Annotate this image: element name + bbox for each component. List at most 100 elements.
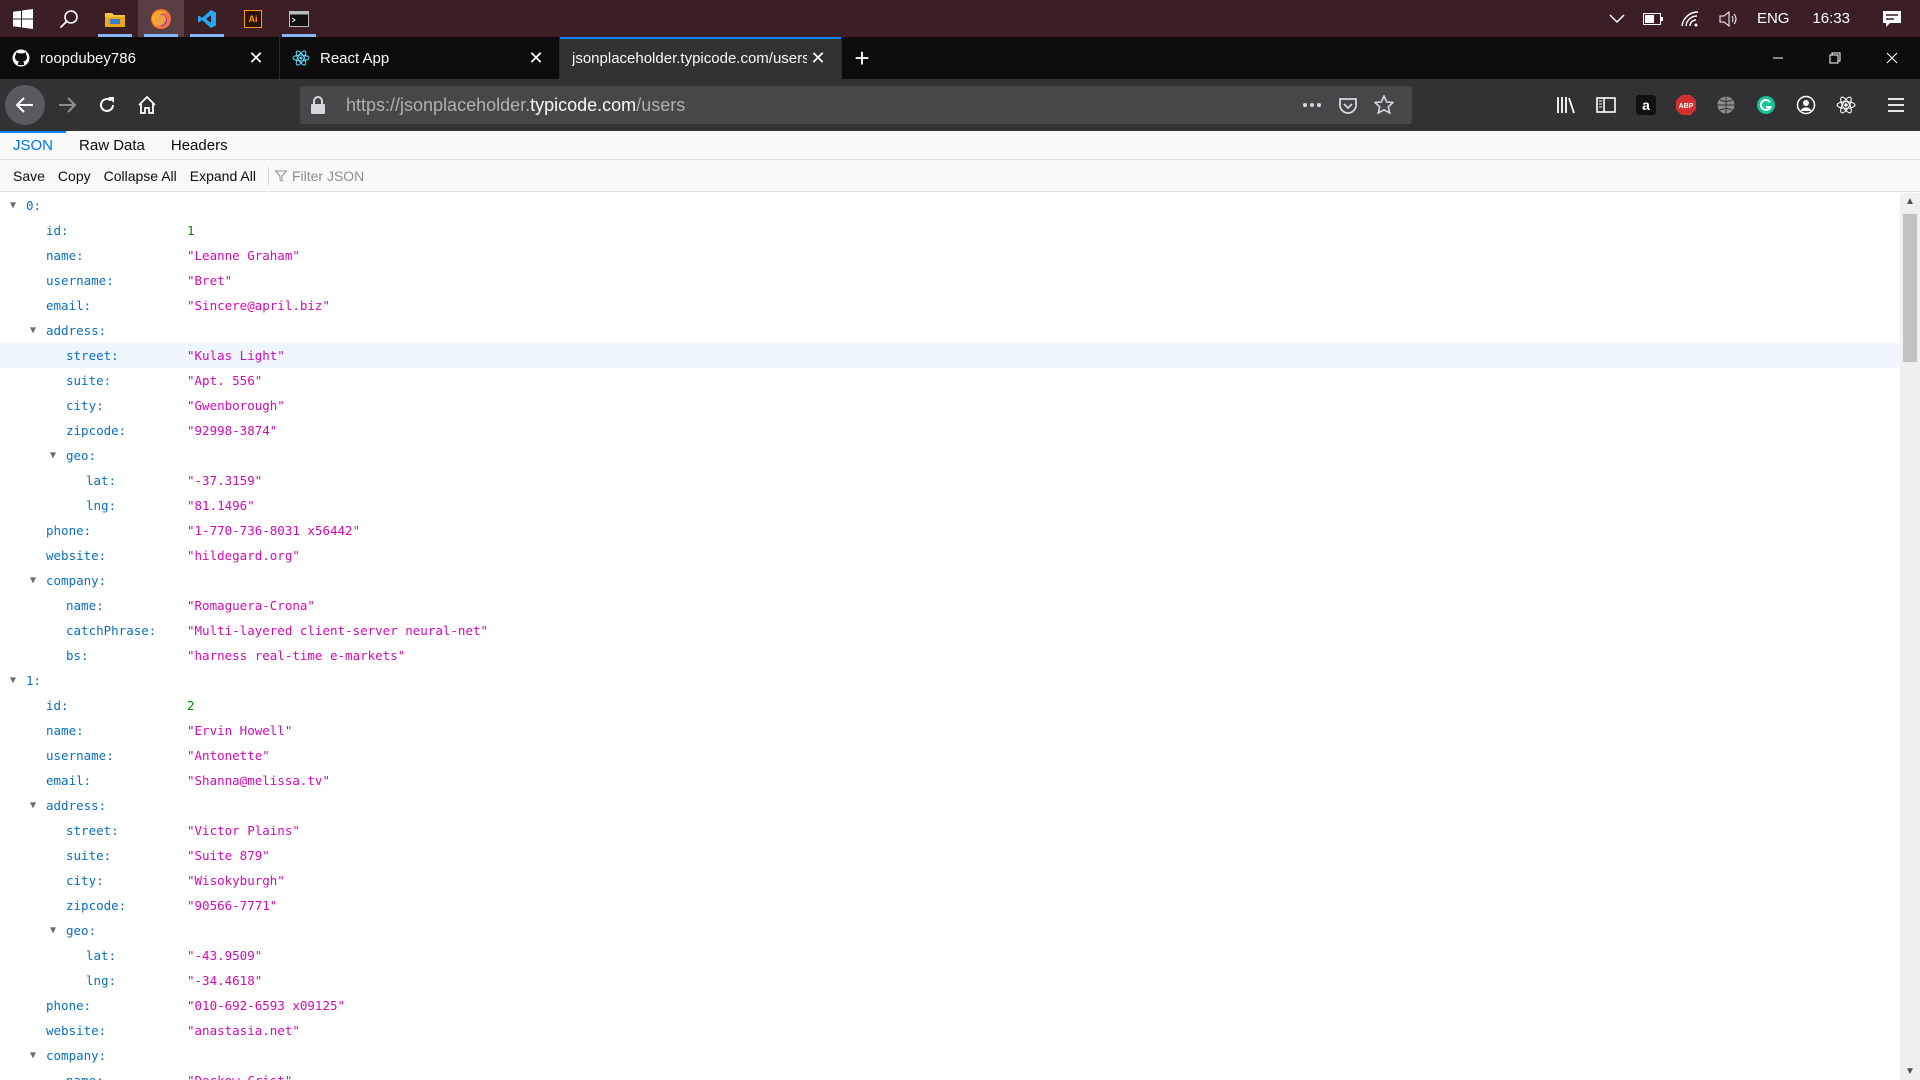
json-tree-row[interactable]: phone: "1-770-736-8031 x56442" bbox=[0, 518, 1900, 543]
action-center-button[interactable] bbox=[1864, 0, 1920, 37]
json-tree-row[interactable]: username: "Antonette" bbox=[0, 743, 1900, 768]
json-tree-row[interactable]: street: "Kulas Light" bbox=[0, 343, 1900, 368]
json-tree-row[interactable]: zipcode: "90566-7771" bbox=[0, 893, 1900, 918]
firefox-button[interactable] bbox=[138, 0, 184, 37]
json-tree-row[interactable]: phone: "010-692-6593 x09125" bbox=[0, 993, 1900, 1018]
grammarly-button[interactable] bbox=[1746, 85, 1786, 125]
account-button[interactable] bbox=[1786, 85, 1826, 125]
sidebar-button[interactable] bbox=[1586, 85, 1626, 125]
json-tree-row[interactable]: name: "Ervin Howell" bbox=[0, 718, 1900, 743]
start-button[interactable] bbox=[0, 0, 46, 37]
url-text[interactable]: https://jsonplaceholder.typicode.com/use… bbox=[346, 95, 1294, 116]
pocket-button[interactable] bbox=[1330, 97, 1366, 114]
json-tree-node[interactable]: ▼ 1: bbox=[0, 668, 1900, 693]
expand-toggle-icon[interactable]: ▼ bbox=[28, 800, 38, 811]
json-tree-row[interactable]: lng: "-34.4618" bbox=[0, 968, 1900, 993]
bookmark-star-button[interactable] bbox=[1366, 95, 1402, 115]
show-hidden-icons-button[interactable] bbox=[1600, 0, 1634, 37]
collapse-all-button[interactable]: Collapse All bbox=[98, 168, 183, 184]
react-devtools-button[interactable] bbox=[1826, 85, 1866, 125]
expand-toggle-icon[interactable]: ▼ bbox=[48, 450, 58, 461]
tab-headers[interactable]: Headers bbox=[158, 131, 241, 159]
page-actions-button[interactable] bbox=[1294, 102, 1330, 108]
expand-toggle-icon[interactable]: ▼ bbox=[8, 675, 18, 686]
battery-button[interactable] bbox=[1634, 0, 1672, 37]
wifi-button[interactable] bbox=[1672, 0, 1710, 37]
close-tab-button[interactable]: ✕ bbox=[525, 47, 547, 69]
vertical-scrollbar[interactable]: ▲ ▼ bbox=[1900, 193, 1920, 1080]
filter-json-input[interactable]: Filter JSON bbox=[274, 168, 364, 184]
terminal-button[interactable] bbox=[276, 0, 322, 37]
scroll-down-arrow-icon[interactable]: ▼ bbox=[1900, 1063, 1920, 1080]
illustrator-button[interactable]: Ai bbox=[230, 0, 276, 37]
json-tree-row[interactable]: lng: "81.1496" bbox=[0, 493, 1900, 518]
tab-react-app[interactable]: React App ✕ bbox=[280, 37, 560, 79]
adblock-plus-button[interactable]: ABP bbox=[1666, 85, 1706, 125]
json-tree-row[interactable]: city: "Wisokyburgh" bbox=[0, 868, 1900, 893]
json-tree-row[interactable]: id: 2 bbox=[0, 693, 1900, 718]
tab-github[interactable]: roopdubey786 ✕ bbox=[0, 37, 280, 79]
json-tree-row[interactable]: website: "hildegard.org" bbox=[0, 543, 1900, 568]
expand-toggle-icon[interactable]: ▼ bbox=[8, 200, 18, 211]
close-window-button[interactable] bbox=[1863, 37, 1920, 79]
json-tree-row[interactable]: name: "Deckow-Crist" bbox=[0, 1068, 1900, 1080]
json-tree-row[interactable]: suite: "Apt. 556" bbox=[0, 368, 1900, 393]
menu-button[interactable] bbox=[1876, 85, 1916, 125]
scroll-up-arrow-icon[interactable]: ▲ bbox=[1900, 193, 1920, 210]
tab-json[interactable]: JSON bbox=[0, 131, 67, 159]
json-tree-row[interactable]: name: "Leanne Graham" bbox=[0, 243, 1900, 268]
clock[interactable]: 16:33 bbox=[1798, 0, 1864, 37]
json-tree-node[interactable]: ▼ company: bbox=[0, 568, 1900, 593]
json-tree-row[interactable]: email: "Sincere@april.biz" bbox=[0, 293, 1900, 318]
system-tray: ENG 16:33 bbox=[1600, 0, 1920, 37]
amazon-extension-button[interactable]: a bbox=[1626, 85, 1666, 125]
tab-jsonplaceholder[interactable]: jsonplaceholder.typicode.com/users ✕ bbox=[560, 37, 842, 79]
file-explorer-button[interactable] bbox=[92, 0, 138, 37]
json-tree-row[interactable]: lat: "-43.9509" bbox=[0, 943, 1900, 968]
json-tree-row[interactable]: name: "Romaguera-Crona" bbox=[0, 593, 1900, 618]
reload-button[interactable] bbox=[87, 85, 127, 125]
library-button[interactable] bbox=[1546, 85, 1586, 125]
minimize-button[interactable] bbox=[1749, 37, 1806, 79]
json-tree-row[interactable]: website: "anastasia.net" bbox=[0, 1018, 1900, 1043]
close-tab-button[interactable]: ✕ bbox=[807, 47, 829, 69]
json-tree-row[interactable]: catchPhrase: "Multi-layered client-server… bbox=[0, 618, 1900, 643]
expand-toggle-icon[interactable]: ▼ bbox=[28, 1050, 38, 1061]
lock-icon[interactable] bbox=[310, 96, 330, 114]
json-tree-row[interactable]: street: "Victor Plains" bbox=[0, 818, 1900, 843]
json-tree-row[interactable]: lat: "-37.3159" bbox=[0, 468, 1900, 493]
json-tree-node[interactable]: ▼ 0: bbox=[0, 193, 1900, 218]
json-tree-node[interactable]: ▼ geo: bbox=[0, 443, 1900, 468]
save-button[interactable]: Save bbox=[7, 168, 51, 184]
volume-button[interactable] bbox=[1710, 0, 1748, 37]
forward-button[interactable] bbox=[47, 85, 87, 125]
back-button[interactable] bbox=[5, 85, 45, 125]
expand-toggle-icon[interactable]: ▼ bbox=[48, 925, 58, 936]
expand-all-button[interactable]: Expand All bbox=[184, 168, 262, 184]
tab-raw-data[interactable]: Raw Data bbox=[66, 131, 158, 159]
home-button[interactable] bbox=[127, 85, 167, 125]
url-bar[interactable]: https://jsonplaceholder.typicode.com/use… bbox=[300, 86, 1412, 124]
language-indicator[interactable]: ENG bbox=[1748, 0, 1799, 37]
expand-toggle-icon[interactable]: ▼ bbox=[28, 325, 38, 336]
json-tree-row[interactable]: id: 1 bbox=[0, 218, 1900, 243]
json-tree-row[interactable]: zipcode: "92998-3874" bbox=[0, 418, 1900, 443]
expand-toggle-icon[interactable]: ▼ bbox=[28, 575, 38, 586]
json-tree-node[interactable]: ▼ geo: bbox=[0, 918, 1900, 943]
json-tree-row[interactable]: bs: "harness real-time e-markets" bbox=[0, 643, 1900, 668]
restore-button[interactable] bbox=[1806, 37, 1863, 79]
copy-button[interactable]: Copy bbox=[52, 168, 97, 184]
scroll-thumb[interactable] bbox=[1903, 214, 1917, 362]
close-tab-button[interactable]: ✕ bbox=[245, 47, 267, 69]
new-tab-button[interactable]: + bbox=[842, 37, 882, 79]
vscode-button[interactable] bbox=[184, 0, 230, 37]
json-tree-row[interactable]: email: "Shanna@melissa.tv" bbox=[0, 768, 1900, 793]
json-tree-row[interactable]: username: "Bret" bbox=[0, 268, 1900, 293]
json-tree-row[interactable]: suite: "Suite 879" bbox=[0, 843, 1900, 868]
json-tree-node[interactable]: ▼ address: bbox=[0, 793, 1900, 818]
json-tree-row[interactable]: city: "Gwenborough" bbox=[0, 393, 1900, 418]
search-button[interactable] bbox=[46, 0, 92, 37]
globe-extension-button[interactable] bbox=[1706, 85, 1746, 125]
json-tree-node[interactable]: ▼ address: bbox=[0, 318, 1900, 343]
json-tree-node[interactable]: ▼ company: bbox=[0, 1043, 1900, 1068]
